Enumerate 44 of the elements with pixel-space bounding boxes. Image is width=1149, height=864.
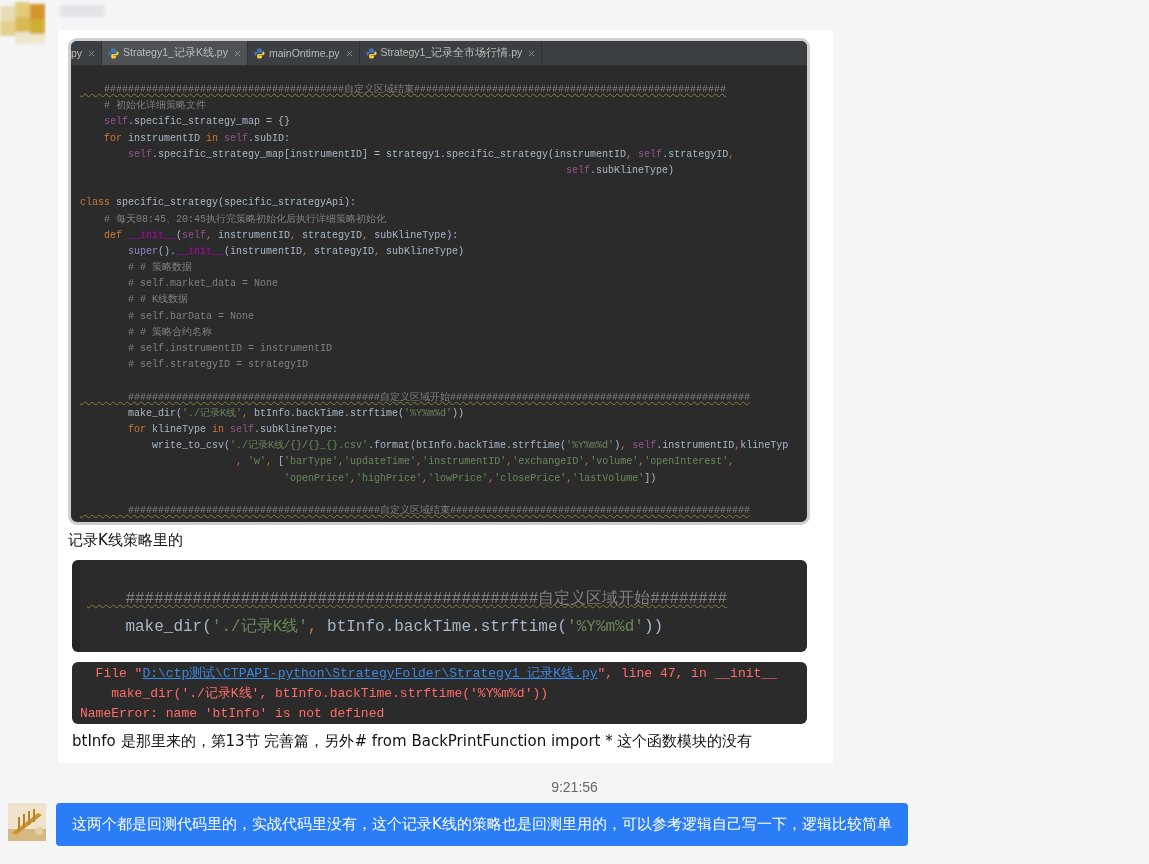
message-bubble: 这两个都是回测代码里的，实战代码里没有，这个记录K线的策略也是回测里用的，可以参考逻辑自己写一下，逻辑比较简单 (56, 803, 908, 846)
code-line: # self.strategyID = strategyID (127, 358, 310, 373)
code-line: make_dir('./记录K线', btInfo.backTime.strftime('%Y%m%d')) (124, 617, 665, 638)
code-line: # # 策略合约名称 (127, 325, 213, 340)
close-icon[interactable] (88, 49, 96, 57)
code-line: # # K线数据 (127, 293, 189, 308)
close-icon[interactable] (233, 49, 241, 57)
code-line: 'openPrice','highPrice','lowPrice','closePrice','lastVolume']) (283, 471, 658, 486)
code-line: self.subKlineType) (565, 163, 676, 178)
editor-tab[interactable]: Strategy1_记录K线.py (102, 41, 248, 65)
file-link[interactable]: D:\ctp测试\CTPAPI-python\StrategyFolder\Strategy1_记录K线.py (142, 666, 598, 681)
code-line: def __init__(self, instrumentID, strategyID, subKlineType): (103, 228, 460, 243)
timestamp: 9:21:56 (550, 779, 599, 795)
code-line: self.specific_strategy_map = {} (103, 115, 292, 130)
error-line: make_dir('./记录K线', btInfo.backTime.strftime('%Y%m%d')) (110, 685, 550, 703)
code-line: ###########################################自定义区域开始######## (124, 589, 729, 610)
code-line: super().__init__(instrumentID, strategyID, subKlineType) (127, 244, 466, 259)
code-line: , 'w', ['barType','updateTime','instrumentID','exchangeID','volume','openInterest', (235, 455, 736, 470)
code-line: class specific_strategy(specific_strategyApi): (80, 196, 358, 211)
code-line: # self.instrumentID = instrumentID (127, 342, 334, 356)
code-line: ##########################################自定义区域开始################################################## (127, 390, 752, 405)
code-line: ########################################自定义区域结束#################################################### (103, 82, 728, 97)
error-line: File "D:\ctp测试\CTPAPI-python\StrategyFolder\Strategy1_记录K线.py", line 47, in __init__ (94, 665, 778, 683)
close-icon[interactable] (345, 49, 353, 57)
code-line: # self.barData = None (127, 309, 256, 324)
editor-tab[interactable]: mainOntime.py (247, 41, 360, 65)
code-line: write_to_csv('./记录K线/{}/{}_{}.csv'.format(btInfo.backTime.strftime('%Y%m%d'), self.instrumentID,klineTyp (151, 439, 790, 454)
python-file-icon (365, 47, 377, 59)
code-line: self.specific_strategy_map[instrumentID] = strategy1.specific_strategy(instrumentID, self.strategyID, (127, 147, 736, 162)
close-icon[interactable] (528, 49, 536, 57)
editor-tab[interactable]: Strategy1_记录全市场行情.py (359, 41, 543, 65)
python-file-icon (253, 47, 265, 59)
code-line: ##########################################自定义区域结束################################################## (127, 503, 752, 518)
code-line: make_dir('./记录K线', btInfo.backTime.strftime('%Y%m%d')) (127, 406, 466, 421)
code-line: for klineType in self.subKlineType: (127, 422, 340, 437)
message-text: 记录K线策略里的 (68, 531, 184, 550)
code-line: # 初始化详细策略文件 (103, 98, 207, 114)
code-line: # self.market_data = None (127, 277, 280, 292)
error-line: NameError: name 'btInfo' is not defined (80, 705, 386, 723)
python-file-icon (108, 47, 120, 59)
code-line: for instrumentID in self.subID: (103, 131, 292, 146)
code-line: # 每天08:45、20:45执行完策略初始化后执行详细策略初始化 (103, 212, 387, 227)
code-line: # # 策略数据 (127, 261, 193, 276)
message-text: btInfo 是那里来的，第13节 完善篇，另外# from BackPrintFunction import * 这个函数模块的没有 (72, 732, 754, 751)
